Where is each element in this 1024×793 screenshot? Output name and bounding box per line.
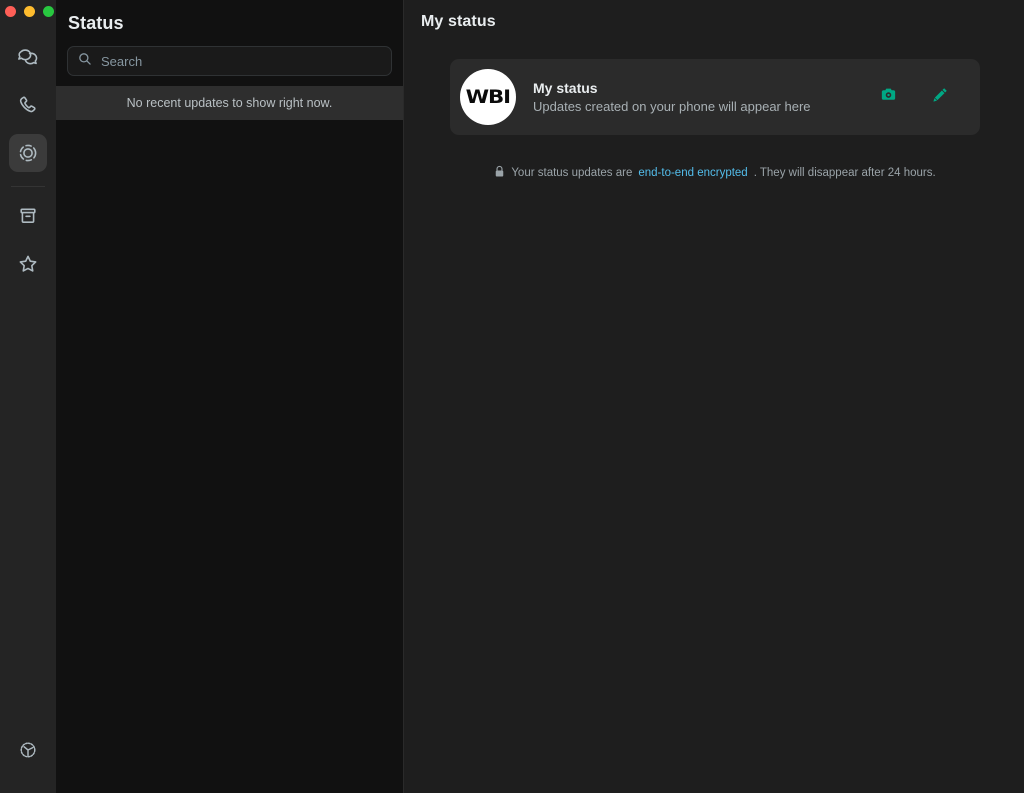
- avatar-initials: WBI: [466, 86, 510, 108]
- lock-icon: [494, 165, 505, 181]
- maximize-window-button[interactable]: [43, 6, 54, 17]
- my-status-card-texts: My status Updates created on your phone …: [533, 79, 872, 116]
- status-list-panel: Status No recent updates to show right n…: [56, 0, 404, 793]
- close-window-button[interactable]: [5, 6, 16, 17]
- encryption-learn-more-link[interactable]: end-to-end encrypted: [638, 167, 747, 179]
- panel-title: Status: [68, 13, 387, 34]
- whatsapp-window: Status No recent updates to show right n…: [0, 0, 1024, 793]
- encryption-suffix: . They will disappear after 24 hours.: [754, 167, 936, 179]
- my-status-card-title: My status: [533, 79, 872, 97]
- nav-rail: [0, 0, 56, 793]
- main-panel-header: My status: [404, 0, 1024, 31]
- no-updates-text: No recent updates to show right now.: [127, 96, 333, 110]
- camera-icon: [879, 85, 898, 109]
- calls-icon: [16, 93, 40, 117]
- starred-icon: [16, 252, 40, 276]
- main-panel-title: My status: [421, 13, 1024, 31]
- pencil-icon: [930, 85, 950, 110]
- status-list-header: Status: [56, 0, 403, 34]
- search-box[interactable]: [67, 46, 392, 76]
- my-status-card-subtitle: Updates created on your phone will appea…: [533, 98, 872, 116]
- nav-item-status[interactable]: [9, 134, 47, 172]
- minimize-window-button[interactable]: [24, 6, 35, 17]
- status-icon: [16, 141, 40, 165]
- search-container: [56, 34, 403, 86]
- settings-icon: [17, 739, 39, 761]
- archived-icon: [16, 204, 40, 228]
- chats-icon: [16, 45, 40, 69]
- nav-item-starred[interactable]: [9, 245, 47, 283]
- nav-item-chats[interactable]: [9, 38, 47, 76]
- search-input[interactable]: [101, 54, 381, 69]
- nav-rail-top-group: [0, 38, 56, 293]
- nav-item-calls[interactable]: [9, 86, 47, 124]
- nav-rail-bottom-group: [0, 731, 56, 779]
- search-icon: [78, 52, 92, 71]
- avatar[interactable]: WBI: [460, 69, 516, 125]
- my-status-card[interactable]: WBI My status Updates created on your ph…: [450, 59, 980, 135]
- encryption-prefix: Your status updates are: [511, 167, 632, 179]
- window-traffic-lights: [5, 6, 54, 17]
- add-text-status-button[interactable]: [924, 81, 956, 113]
- nav-item-settings[interactable]: [9, 731, 47, 769]
- my-status-panel: My status WBI My status Updates created …: [404, 0, 1024, 793]
- add-status-photo-button[interactable]: [872, 81, 904, 113]
- nav-rail-divider: [11, 186, 45, 187]
- no-updates-banner: No recent updates to show right now.: [56, 86, 403, 120]
- nav-item-archived[interactable]: [9, 197, 47, 235]
- my-status-card-actions: [872, 81, 956, 113]
- encryption-notice: Your status updates are end-to-end encry…: [450, 165, 980, 181]
- my-status-card-area: WBI My status Updates created on your ph…: [404, 31, 1024, 181]
